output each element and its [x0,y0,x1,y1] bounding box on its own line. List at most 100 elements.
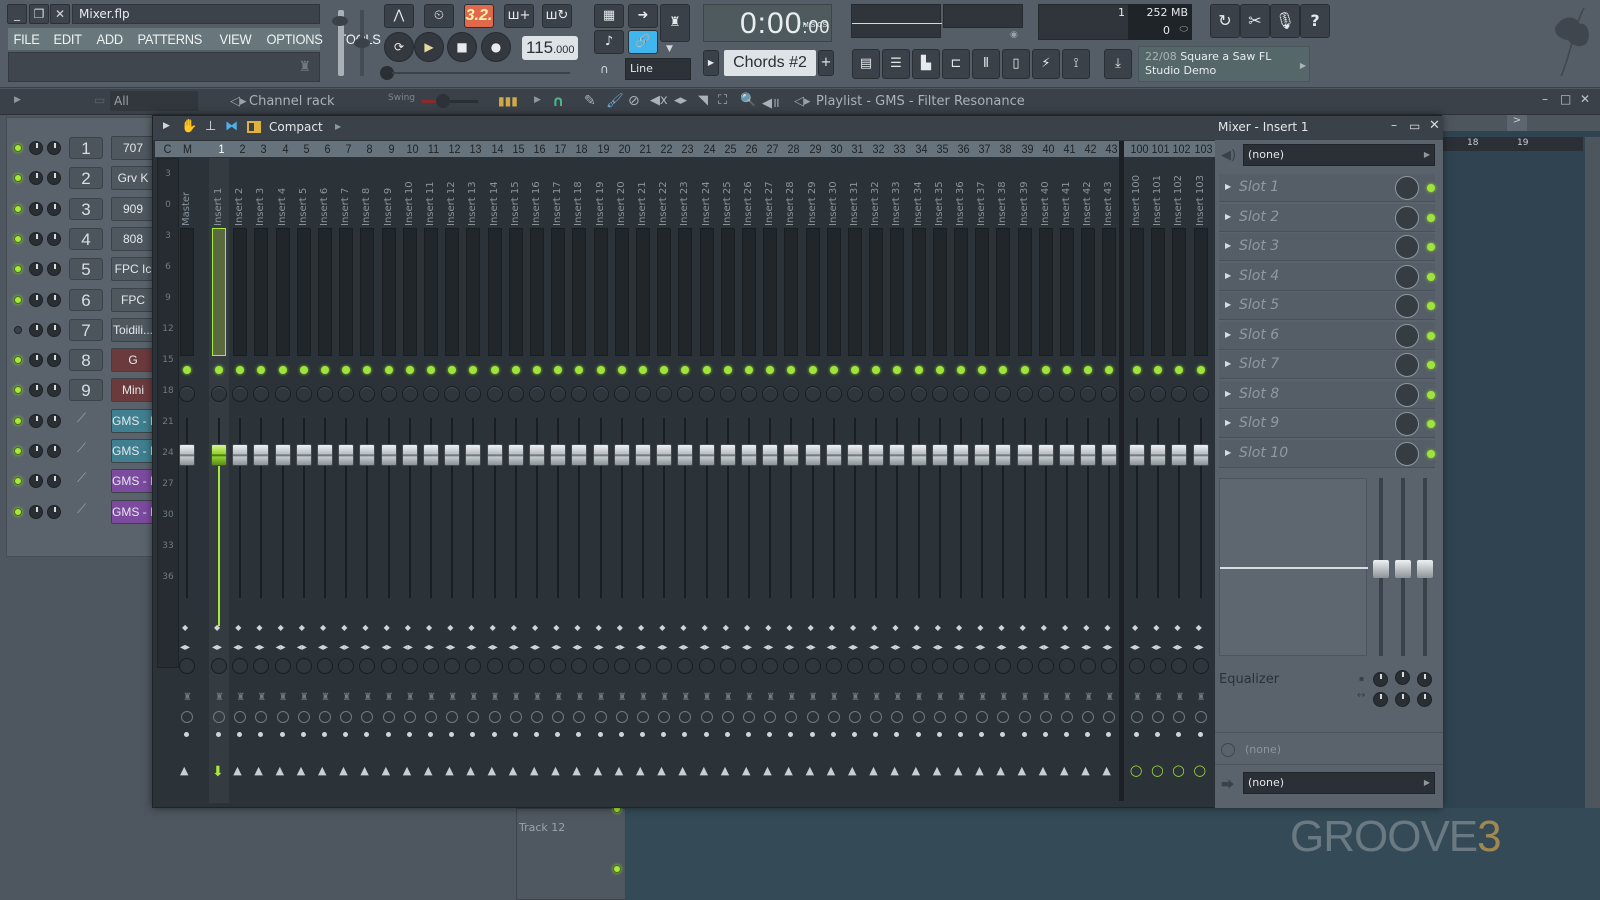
menu-add[interactable]: ADD [91,31,128,47]
pan-knob[interactable] [401,386,418,402]
insert-strip[interactable]: Insert 14 ◆ ◂▸ ♜ ▲ [485,158,505,803]
stereo-separation-icon[interactable]: ◂▸ [827,642,837,653]
stereo-separation-icon[interactable]: ◂▸ [1102,642,1112,653]
route-arrow-icon[interactable]: ◯ [1172,764,1184,777]
cut-tools-button[interactable]: ✂ [1240,4,1270,38]
route-arrow-icon[interactable]: ▲ [488,764,496,777]
pan-knob[interactable] [1192,386,1209,402]
browser-view-button[interactable]: ⊏ [942,49,970,79]
insert-strip[interactable]: Insert 1 ◆ ◂▸ ♜ ⬇ [209,158,229,803]
stereo-knob[interactable] [953,658,969,674]
stereo-separation-icon[interactable]: ◂▸ [530,642,540,653]
volume-fader[interactable] [613,444,630,466]
effect-slot[interactable]: ▶ Slot 8 [1219,380,1435,409]
volume-fader[interactable] [380,444,397,466]
volume-fader[interactable] [910,444,927,466]
eq-low-freq-knob[interactable] [1373,672,1388,687]
channel-mute-led[interactable] [14,174,22,183]
route-arrow-icon[interactable]: ▲ [721,764,729,777]
insert-enable-led[interactable] [448,366,457,374]
menu-options[interactable]: OPTIONS [261,31,328,47]
pan-knob[interactable] [974,386,991,402]
menu-patterns[interactable]: PATTERNS [132,31,208,47]
route-arrow-icon[interactable]: ▲ [912,764,920,777]
add-pattern-button[interactable]: + [818,50,834,76]
route-arrow-icon[interactable]: ▲ [784,764,792,777]
insert-enable-led[interactable] [183,366,191,374]
insert-strip[interactable]: Insert 11 ◆ ◂▸ ♜ ▲ [421,158,441,803]
swap-up-down-icon[interactable]: ◆ [723,624,729,632]
slot-enable-led[interactable] [1427,449,1435,458]
pan-knob[interactable] [295,386,312,402]
stereo-separation-icon[interactable]: ◂▸ [297,642,307,653]
pan-knob[interactable] [486,386,503,402]
stereo-knob[interactable] [423,658,439,674]
insert-strip[interactable]: Insert 35 ◆ ◂▸ ♜ ▲ [930,158,950,803]
swap-up-down-icon[interactable]: ◆ [935,624,941,632]
stereo-knob[interactable] [1171,658,1188,674]
slot-enable-led[interactable] [1427,272,1435,281]
volume-fader[interactable] [1059,444,1075,466]
channel-mute-led[interactable] [14,386,22,395]
stereo-knob[interactable] [1192,658,1209,674]
swap-up-down-icon[interactable]: ◆ [574,624,580,632]
insert-strip[interactable]: Insert 40 ◆ ◂▸ ♜ ▲ [1036,158,1056,803]
route-arrow-icon[interactable]: ▲ [975,764,983,777]
insert-enable-led[interactable] [469,366,478,374]
slot-mix-knob[interactable] [1395,353,1419,377]
channel-pan-knob[interactable] [29,383,43,398]
tempo-mode-button[interactable]: 3.2. [464,4,494,28]
record-arm-dot[interactable] [1000,732,1006,737]
pan-knob[interactable] [804,386,821,402]
record-arm-dot[interactable] [958,732,963,737]
channel-row[interactable]: 2 Grv K [7,164,159,192]
eq-high-bw-knob[interactable] [1417,692,1432,707]
pan-knob[interactable] [953,386,969,402]
channel-pan-knob[interactable] [29,413,43,428]
volume-fader[interactable] [1150,444,1167,466]
volume-fader[interactable] [571,444,588,466]
volume-fader[interactable] [698,444,715,466]
route-arrow-icon[interactable]: ▲ [297,764,305,777]
insert-enable-led[interactable] [702,366,711,374]
input-selector[interactable]: (none) ▶ [1243,144,1435,166]
record-arm-dot[interactable] [1197,732,1203,737]
insert-strip[interactable]: Insert 41 ◆ ◂▸ ♜ ▲ [1057,158,1077,803]
swap-up-down-icon[interactable]: ◆ [1083,624,1089,632]
stereo-knob[interactable] [274,658,291,674]
record-arm-dot[interactable] [449,732,455,737]
swing-handle[interactable] [436,94,450,108]
channel-name-button[interactable]: 909 [111,196,155,221]
insert-strip[interactable]: Insert 33 ◆ ◂▸ ♜ ▲ [887,158,907,803]
volume-fader[interactable] [592,444,609,466]
swap-up-down-icon[interactable]: ◆ [659,624,665,632]
record-arm-dot[interactable] [1106,732,1112,737]
insert-strip[interactable]: Insert 16 ◆ ◂▸ ♜ ▲ [527,158,547,803]
mixer-view-button[interactable]: ⫴ [972,49,1000,79]
route-arrow-icon[interactable]: ▲ [466,764,474,777]
channel-volume-knob[interactable] [47,262,61,277]
route-arrow-icon[interactable]: ▲ [636,764,644,777]
stereo-knob[interactable] [380,658,397,674]
effect-slot[interactable]: ▶ Slot 4 [1219,262,1435,291]
insert-enable-led[interactable] [914,366,923,374]
stereo-knob[interactable] [486,658,503,674]
stereo-knob[interactable] [295,658,312,674]
route-arrow-icon[interactable]: ▲ [869,764,877,777]
volume-fader[interactable] [635,444,651,466]
insert-strip[interactable]: Insert 23 ◆ ◂▸ ♜ ▲ [675,158,695,803]
channel-volume-knob[interactable] [47,141,61,155]
swap-up-down-icon[interactable]: ◆ [1062,624,1068,632]
record-arm-dot[interactable] [300,732,306,737]
swap-up-down-icon[interactable]: ◆ [553,624,559,632]
record-arm-dot[interactable] [237,732,243,737]
insert-strip[interactable]: Insert 17 ◆ ◂▸ ♜ ▲ [548,158,568,803]
stereo-separation-icon[interactable]: ◂▸ [360,642,370,653]
stereo-separation-icon[interactable]: ◂▸ [615,642,625,653]
insert-strip[interactable]: Insert 22 ◆ ◂▸ ♜ ▲ [654,158,674,803]
stereo-knob[interactable] [698,658,715,674]
insert-strip[interactable]: Insert 102 ◆ ◂▸ ♜ ◯ [1169,158,1189,803]
stereo-separation-icon[interactable]: ◂▸ [869,642,879,653]
channel-mixer-track[interactable]: 9 [69,379,103,402]
swap-up-down-icon[interactable]: ◆ [680,624,686,632]
